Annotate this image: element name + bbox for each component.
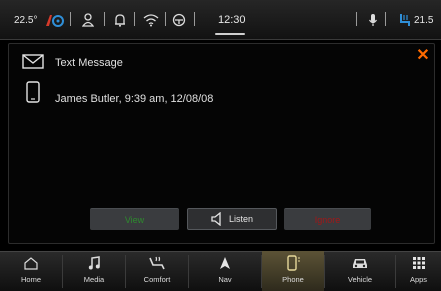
nav-item-apps[interactable]: Apps: [396, 251, 441, 291]
nav-label-phone: Phone: [282, 275, 304, 284]
nav-label-media: Media: [83, 275, 105, 284]
message-sender-line: James Butler, 9:39 am, 12/08/08: [55, 93, 214, 105]
nav-item-comfort[interactable]: Comfort: [126, 251, 188, 291]
status-divider: [134, 12, 135, 26]
status-divider: [104, 12, 105, 26]
status-divider: [70, 12, 71, 26]
view-button-label: View: [124, 214, 145, 225]
home-icon: [24, 251, 38, 275]
nav-label-home: Home: [20, 275, 41, 284]
status-divider: [194, 12, 195, 26]
close-icon[interactable]: ✕: [415, 48, 431, 64]
heated-wheel-icon[interactable]: [43, 0, 65, 40]
nav-label-comfort: Comfort: [143, 275, 171, 284]
phone-icon: [285, 251, 301, 275]
status-divider: [385, 12, 386, 26]
clock-underline: [215, 33, 245, 35]
left-temperature[interactable]: 22.5°: [14, 0, 37, 40]
ignore-button[interactable]: Ignore: [284, 208, 371, 230]
envelope-icon: [22, 54, 44, 74]
phone-icon: [26, 81, 40, 108]
nav-label-nav: Nav: [218, 275, 232, 284]
nav-label-vehicle: Vehicle: [347, 275, 373, 284]
view-button[interactable]: View: [90, 208, 179, 230]
heated-seat-icon[interactable]: [398, 0, 412, 40]
status-divider: [356, 12, 357, 26]
right-temperature[interactable]: 21.5: [414, 0, 433, 40]
ignore-button-label: Ignore: [314, 214, 341, 225]
apps-grid-icon: [412, 251, 425, 275]
seat-heat-icon: [148, 251, 166, 275]
microphone-icon[interactable]: [368, 0, 378, 40]
nav-item-phone[interactable]: Phone: [262, 251, 324, 291]
navigation-arrow-icon: [217, 251, 233, 275]
left-temperature-value: 22.5°: [14, 14, 38, 26]
connected-services-icon[interactable]: [172, 0, 186, 40]
nav-label-apps: Apps: [409, 275, 428, 284]
music-note-icon: [88, 251, 100, 275]
right-temperature-value: 21.5: [414, 14, 434, 26]
nav-item-nav[interactable]: Nav: [189, 251, 261, 291]
speaker-icon: [211, 212, 223, 226]
nav-item-media[interactable]: Media: [63, 251, 125, 291]
message-title: Text Message: [55, 57, 123, 69]
user-profile-icon[interactable]: [82, 0, 94, 40]
nav-item-home[interactable]: Home: [0, 251, 62, 291]
listen-button[interactable]: Listen: [187, 208, 277, 230]
listen-button-label: Listen: [228, 214, 254, 224]
notification-bell-icon[interactable]: [114, 0, 126, 40]
status-divider: [165, 12, 166, 26]
wifi-icon[interactable]: [143, 0, 159, 40]
nav-item-vehicle[interactable]: Vehicle: [325, 251, 395, 291]
car-icon: [351, 251, 369, 275]
clock-time: 12:30: [218, 14, 246, 26]
